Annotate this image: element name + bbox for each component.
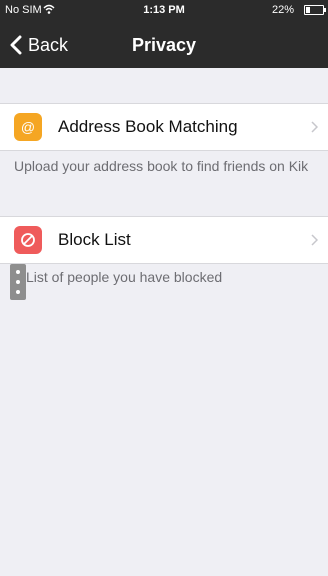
status-bar: No SIM 1:13 PM 22% [0, 0, 328, 20]
block-list-row[interactable]: Block List [0, 216, 328, 264]
block-list-label: Block List [58, 230, 131, 249]
chevron-right-icon [311, 121, 318, 133]
chevron-right-icon [311, 234, 318, 246]
address-book-matching-description: Upload your address book to find friends… [14, 158, 309, 174]
address-book-matching-label: Address Book Matching [58, 117, 238, 136]
page-title: Privacy [131, 35, 197, 55]
at-sign-icon: @ [14, 113, 42, 141]
block-icon [14, 226, 42, 254]
address-book-matching-row[interactable]: @ Address Book Matching [0, 103, 328, 151]
battery-icon [304, 5, 326, 15]
block-list-description: List of people you have blocked [26, 269, 223, 285]
navigation-bar: Back Privacy [0, 20, 328, 68]
drag-handle-icon[interactable] [10, 264, 26, 300]
battery-percent: 22% [272, 4, 295, 16]
